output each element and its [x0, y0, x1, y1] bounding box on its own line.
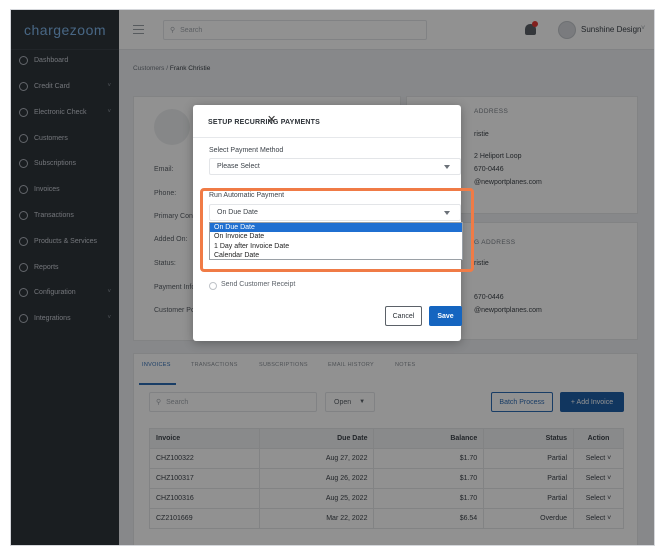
save-button[interactable]: Save: [429, 306, 462, 326]
modal-title: SETUP RECURRING PAYMENTS: [208, 119, 321, 126]
cancel-button[interactable]: Cancel: [385, 306, 422, 326]
send-receipt-checkbox[interactable]: [209, 282, 217, 290]
app-window: chargezoom Dashboard Credit Card ˅ Electr…: [10, 9, 655, 546]
modal-divider: [193, 137, 461, 138]
highlight-box: [200, 188, 474, 272]
caret-down-icon: [444, 165, 450, 169]
payment-method-label: Select Payment Method: [209, 147, 284, 154]
payment-method-value: Please Select: [217, 163, 260, 170]
payment-method-select[interactable]: Please Select: [209, 158, 461, 175]
send-receipt-label[interactable]: Send Customer Receipt: [221, 281, 295, 288]
close-icon[interactable]: ✕: [267, 113, 276, 126]
